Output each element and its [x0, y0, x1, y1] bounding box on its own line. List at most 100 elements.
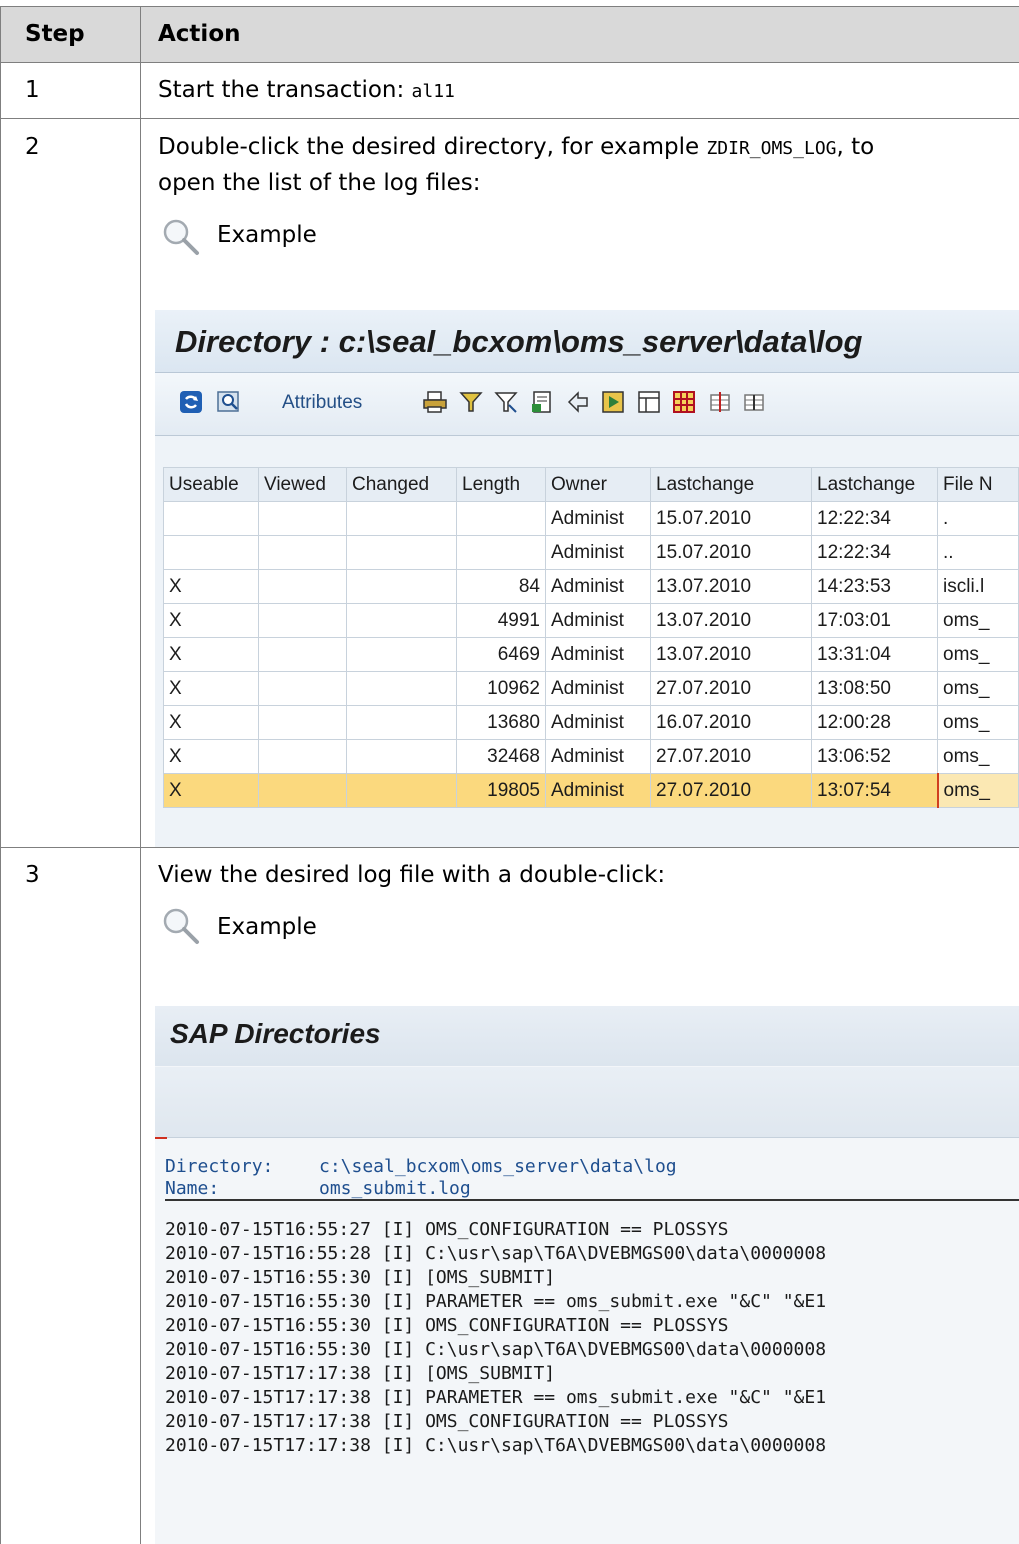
column-length[interactable]: Length: [456, 467, 546, 502]
magnifier-icon: [163, 908, 199, 944]
table-header-row: [1, 7, 1019, 62]
cell-useable: X: [163, 739, 259, 774]
find-icon[interactable]: [217, 390, 241, 414]
cell-date: 13.07.2010: [650, 637, 812, 672]
application-toolbar: [155, 1067, 1019, 1138]
refresh-icon[interactable]: [179, 390, 203, 414]
download-icon[interactable]: [601, 390, 625, 414]
column-changed[interactable]: Changed: [346, 467, 457, 502]
column-lastchange-time[interactable]: Lastchange: [811, 467, 938, 502]
log-line: 2010-07-15T17:17:38 [I] PARAMETER == oms…: [165, 1387, 827, 1408]
cell-length: 32468: [456, 739, 546, 774]
log-line: 2010-07-15T16:55:27 [I] OMS_CONFIGURATIO…: [165, 1219, 729, 1240]
log-line: 2010-07-15T16:55:30 [I] C:\usr\sap\T6A\D…: [165, 1339, 827, 1360]
table-row[interactable]: X 13680 Administ 16.07.2010 12:00:28 oms…: [163, 705, 1019, 740]
header-action: Action: [158, 21, 241, 47]
cell-useable: X: [163, 705, 259, 740]
export-icon[interactable]: [530, 390, 554, 414]
grid-icon[interactable]: [672, 390, 696, 414]
cell-changed: [346, 671, 457, 706]
cell-date: 13.07.2010: [650, 603, 812, 638]
step-3-text: View the desired log file with a double-…: [158, 862, 666, 888]
log-line: 2010-07-15T16:55:30 [I] [OMS_SUBMIT]: [165, 1267, 556, 1288]
cell-viewed: [258, 603, 347, 638]
table-row[interactable]: X 84 Administ 13.07.2010 14:23:53 iscli.…: [163, 569, 1019, 604]
cell-changed: [346, 637, 457, 672]
transaction-code: al11: [411, 81, 455, 102]
cell-file-name: oms_: [937, 637, 1019, 672]
column-owner[interactable]: Owner: [545, 467, 651, 502]
cell-time: 13:07:54: [811, 773, 938, 808]
cell-date: 27.07.2010: [650, 773, 812, 808]
cell-file-name: oms_: [937, 603, 1019, 638]
cell-file-name: oms_: [937, 705, 1019, 740]
sort-icon[interactable]: [566, 390, 590, 414]
step-1-text: Start the transaction: al11: [158, 77, 455, 103]
application-toolbar: Attributes: [155, 373, 1019, 436]
cell-useable: X: [163, 603, 259, 638]
cell-owner: Administ: [545, 671, 651, 706]
name-label: Name:: [165, 1178, 220, 1199]
cell-owner: Administ: [545, 739, 651, 774]
cell-useable: X: [163, 569, 259, 604]
attributes-button[interactable]: Attributes: [282, 392, 362, 414]
step-number-2: 2: [25, 134, 40, 160]
table-row[interactable]: Administ 15.07.2010 12:22:34 ..: [163, 535, 1019, 570]
header-step: Step: [25, 21, 85, 47]
table-row[interactable]: X 10962 Administ 27.07.2010 13:08:50 oms…: [163, 671, 1019, 706]
log-line: 2010-07-15T16:55:30 [I] OMS_CONFIGURATIO…: [165, 1315, 729, 1336]
cell-owner: Administ: [545, 705, 651, 740]
directory-screenshot: Directory : c:\seal_bcxom\oms_server\dat…: [155, 310, 1019, 847]
delete-column-icon[interactable]: [742, 390, 766, 414]
cell-length: 84: [456, 569, 546, 604]
cell-file-name: oms_: [937, 671, 1019, 706]
cell-time: 12:22:34: [811, 501, 938, 536]
cell-owner: Administ: [545, 535, 651, 570]
cell-date: 13.07.2010: [650, 569, 812, 604]
magnifier-icon: [163, 219, 199, 255]
cell-date: 27.07.2010: [650, 739, 812, 774]
cell-owner: Administ: [545, 603, 651, 638]
cell-time: 14:23:53: [811, 569, 938, 604]
table-row[interactable]: X 32468 Administ 27.07.2010 13:06:52 oms…: [163, 739, 1019, 774]
filter-set-icon[interactable]: [494, 390, 518, 414]
directory-label: Directory:: [165, 1156, 274, 1177]
table-row[interactable]: X 4991 Administ 13.07.2010 17:03:01 oms_: [163, 603, 1019, 638]
cell-time: 13:31:04: [811, 637, 938, 672]
cell-viewed: [258, 739, 347, 774]
table-row[interactable]: Administ 15.07.2010 12:22:34 .: [163, 501, 1019, 536]
cell-changed: [346, 603, 457, 638]
cell-length: 6469: [456, 637, 546, 672]
file-view-screenshot: SAP Directories Directory: c:\seal_bcxom…: [155, 1006, 1019, 1544]
table-row[interactable]: X 6469 Administ 13.07.2010 13:31:04 oms_: [163, 637, 1019, 672]
cell-file-name: iscli.l: [937, 569, 1019, 604]
cell-file-name: oms_: [937, 739, 1019, 774]
example-label-step-3: Example: [217, 914, 317, 940]
cell-viewed: [258, 569, 347, 604]
cell-length: 13680: [456, 705, 546, 740]
cell-date: 15.07.2010: [650, 501, 812, 536]
filter-icon[interactable]: [459, 390, 483, 414]
cell-time: 13:06:52: [811, 739, 938, 774]
cell-viewed: [258, 501, 347, 536]
cell-owner: Administ: [545, 569, 651, 604]
cell-viewed: [258, 535, 347, 570]
log-line: 2010-07-15T17:17:38 [I] OMS_CONFIGURATIO…: [165, 1411, 729, 1432]
insert-column-icon[interactable]: [708, 390, 732, 414]
column-useable[interactable]: Useable: [163, 467, 259, 502]
cell-owner: Administ: [545, 501, 651, 536]
cell-file-name: oms_: [936, 773, 1019, 808]
divider: [165, 1199, 1019, 1201]
cell-changed: [346, 739, 457, 774]
layout-icon[interactable]: [637, 390, 661, 414]
column-viewed[interactable]: Viewed: [258, 467, 347, 502]
column-file-name[interactable]: File N: [937, 467, 1019, 502]
log-line: 2010-07-15T17:17:38 [I] [OMS_SUBMIT]: [165, 1363, 556, 1384]
column-lastchange-date[interactable]: Lastchange: [650, 467, 812, 502]
screen-title: SAP Directories: [170, 1018, 381, 1049]
step-number-3: 3: [25, 862, 40, 888]
table-row-selected[interactable]: X 19805 Administ 27.07.2010 13:07:54 oms…: [163, 773, 1019, 808]
directory-value: c:\seal_bcxom\oms_server\data\log: [319, 1156, 677, 1177]
print-icon[interactable]: [423, 390, 447, 414]
cell-changed: [346, 535, 457, 570]
